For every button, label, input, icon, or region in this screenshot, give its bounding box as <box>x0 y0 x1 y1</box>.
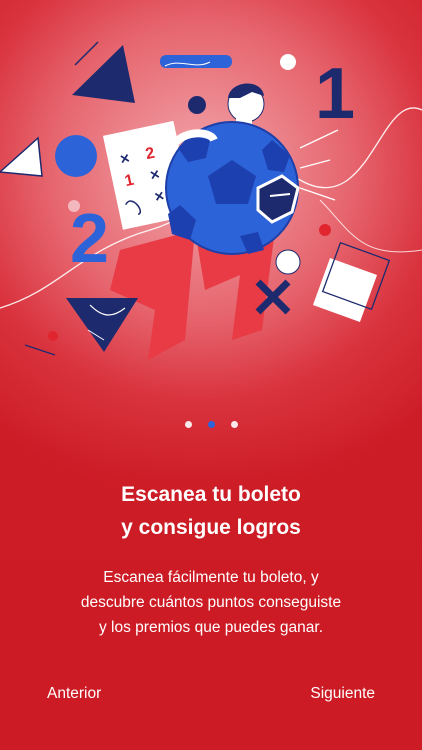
navy-dot <box>188 96 206 114</box>
previous-button[interactable]: Anterior <box>47 685 101 703</box>
white-triangle <box>0 136 43 177</box>
onboarding-screen: 1 2 × 2 1 × × Escanea tu boleto y consig… <box>0 0 422 750</box>
soccer-ball-scan-illustration: 1 2 × 2 1 × × <box>0 41 422 360</box>
next-button[interactable]: Siguiente <box>310 685 375 703</box>
description: Escanea fácilmente tu boleto, y descubre… <box>0 565 422 640</box>
pagination-dots <box>0 421 422 428</box>
blue-pill <box>160 55 232 68</box>
title-line: y consigue logros <box>121 516 301 539</box>
white-ring <box>275 249 301 275</box>
title-line: Escanea tu boleto <box>121 483 301 506</box>
page-title: Escanea tu boleto y consigue logros <box>0 478 422 544</box>
number-one: 1 <box>315 54 355 134</box>
description-line: Escanea fácilmente tu boleto, y <box>103 569 319 586</box>
navy-triangle <box>72 45 135 103</box>
player-legs <box>110 230 195 360</box>
description-line: y los premios que puedes ganar. <box>98 619 324 636</box>
navigation-bar: Anterior Siguiente <box>0 685 422 709</box>
pagination-dot[interactable] <box>230 421 238 428</box>
pagination-dot[interactable] <box>184 421 192 428</box>
description-line: descubre cuántos puntos conseguiste <box>80 594 342 611</box>
number-two: 2 <box>70 199 109 277</box>
decorative-line <box>319 199 422 253</box>
red-small-dot <box>48 331 58 341</box>
navy-inverted-triangle <box>66 298 138 352</box>
blue-circle <box>55 135 97 177</box>
pagination-dot-active[interactable] <box>207 421 215 428</box>
red-dot <box>319 224 331 236</box>
white-dot <box>280 54 296 70</box>
